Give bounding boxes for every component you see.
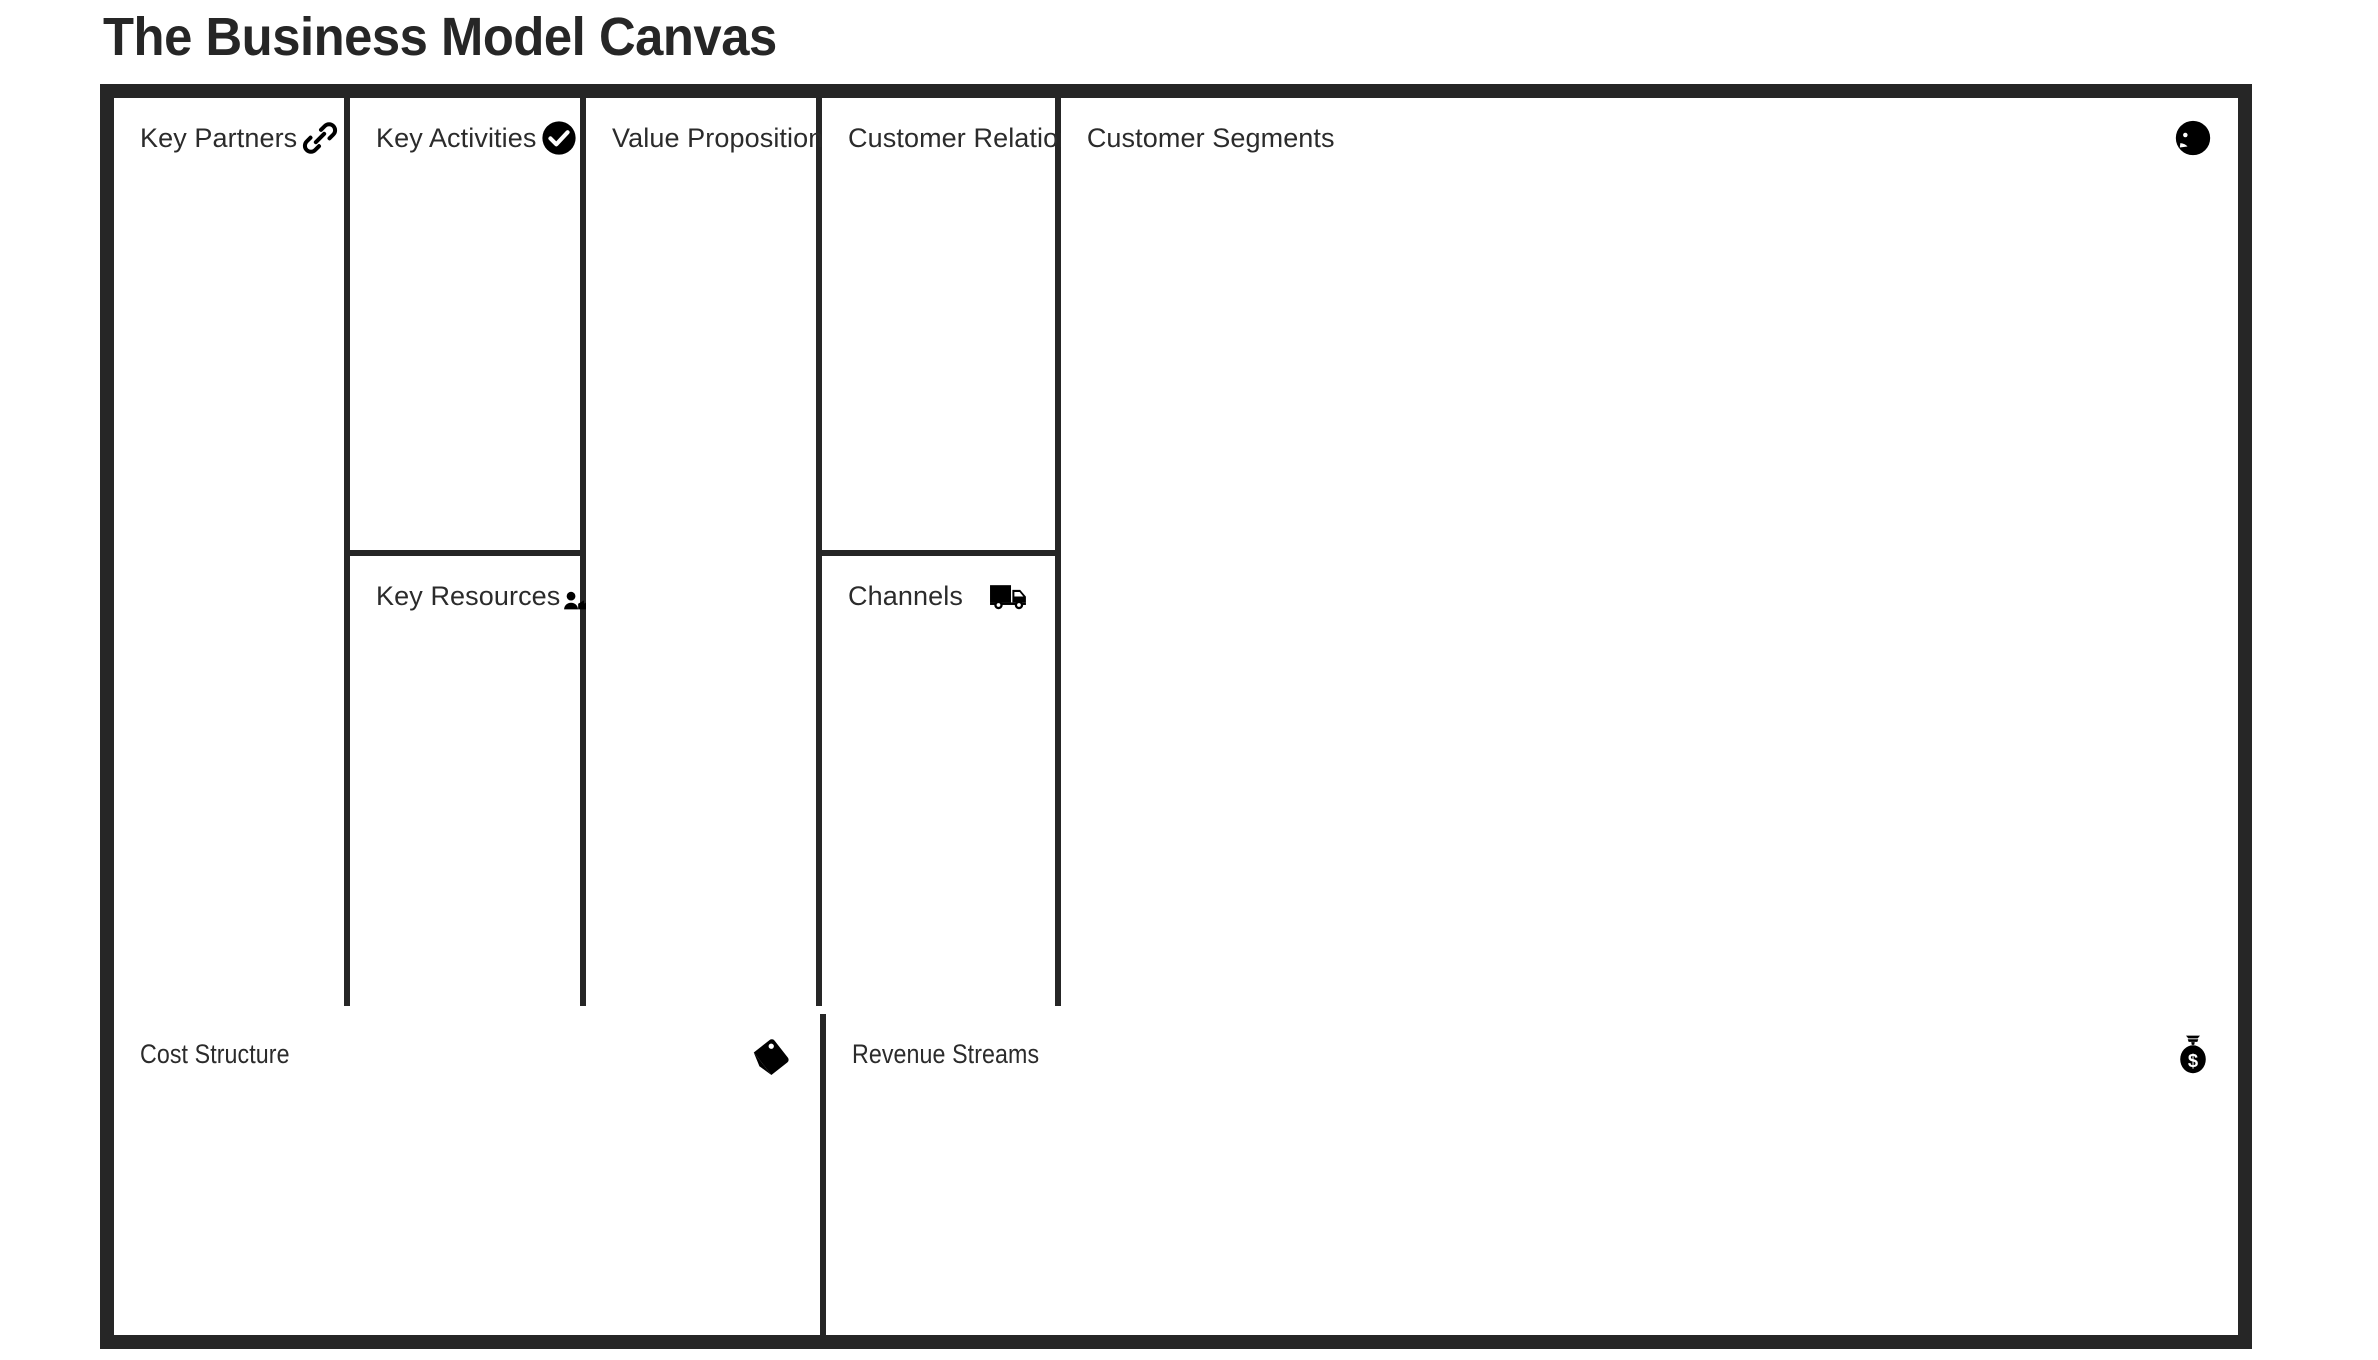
cell-label-customer-segments: Customer Segments — [1086, 122, 1335, 153]
column-customer-segments: Customer Segments — [1060, 98, 2239, 1006]
canvas-top-section: Key Partners Key Activities Key Resource… — [114, 98, 2239, 1006]
cell-header: Value Propositions — [586, 98, 876, 178]
cell-channels[interactable]: Channels — [822, 556, 1055, 1006]
cell-header: Customer Relationships — [822, 98, 1177, 178]
cell-revenue-streams[interactable]: Revenue Streams $ — [826, 1014, 2238, 1335]
cell-header: Key Partners — [114, 98, 344, 178]
cell-label-key-resources: Key Resources — [376, 580, 561, 611]
cell-header: Key Activities — [350, 98, 580, 178]
cell-label-key-activities: Key Activities — [376, 122, 537, 153]
face-profile-icon — [2170, 115, 2216, 161]
column-key-partners: Key Partners — [114, 98, 345, 1006]
cell-header: Customer Segments — [1061, 98, 2238, 178]
canvas-board: Key Partners Key Activities Key Resource… — [114, 98, 2239, 1335]
cell-header: Revenue Streams $ — [826, 1014, 2238, 1094]
cell-key-resources[interactable]: Key Resources — [350, 556, 597, 1006]
column-value-propositions: Value Propositions — [586, 98, 876, 1006]
svg-text:$: $ — [2188, 1050, 2198, 1071]
cell-key-activities[interactable]: Key Activities — [350, 98, 581, 550]
cell-label-key-partners: Key Partners — [140, 122, 298, 153]
cell-label-revenue-streams: Revenue Streams — [852, 1038, 1040, 1069]
column-revenue-streams: Revenue Streams $ — [826, 1014, 2238, 1335]
link-icon — [297, 115, 343, 161]
cell-customer-segments[interactable]: Customer Segments — [1060, 98, 2239, 1006]
truck-icon — [987, 573, 1033, 619]
cell-customer-relationships[interactable]: Customer Relationships — [822, 98, 1177, 550]
price-tag-icon — [752, 1031, 798, 1077]
cell-value-propositions[interactable]: Value Propositions — [586, 98, 876, 1006]
money-bag-icon: $ — [2170, 1031, 2216, 1077]
cell-cost-structure[interactable]: Cost Structure — [114, 1014, 820, 1335]
cell-label-channels: Channels — [848, 580, 963, 611]
page-title: The Business Model Canvas — [103, 7, 777, 67]
cell-key-partners[interactable]: Key Partners — [114, 98, 345, 1006]
check-circle-icon — [536, 115, 582, 161]
business-model-canvas: Key Partners Key Activities Key Resource… — [100, 84, 2252, 1349]
cell-header: Key Resources — [350, 556, 597, 636]
cell-label-cost-structure: Cost Structure — [140, 1038, 290, 1069]
canvas-bottom-section: Cost Structure Revenue Streams $ — [114, 1014, 2238, 1335]
cell-header: Cost Structure — [114, 1014, 820, 1094]
cell-label-value-propositions: Value Propositions — [612, 122, 837, 153]
column-key-activities-resources: Key Activities Key Resources — [350, 98, 597, 1006]
cell-header: Channels — [822, 556, 1055, 636]
column-customer-relationships-channels: Customer Relationships Channels — [822, 98, 1177, 1006]
column-cost-structure: Cost Structure — [114, 1014, 820, 1335]
